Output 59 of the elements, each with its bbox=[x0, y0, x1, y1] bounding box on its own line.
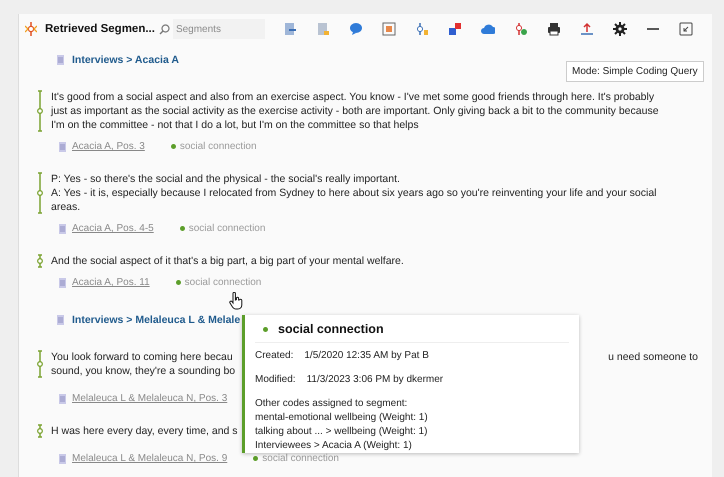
other-code-entry: talking about ... > wellbeing (Weight: 1) bbox=[255, 425, 428, 439]
source-link[interactable]: Acacia A, Pos. 4-5 bbox=[59, 223, 154, 234]
mode-tooltip: Mode: Simple Coding Query bbox=[566, 61, 704, 82]
code-label[interactable]: social connection bbox=[253, 453, 339, 464]
settings-icon[interactable] bbox=[612, 22, 627, 36]
code-label[interactable]: social connection bbox=[176, 277, 262, 288]
search-icon bbox=[158, 24, 170, 34]
document-icon bbox=[59, 394, 66, 404]
colored-squares-icon[interactable] bbox=[448, 22, 462, 36]
segment-text: areas. bbox=[51, 200, 80, 214]
print-icon[interactable] bbox=[546, 22, 561, 36]
other-code-entry: mental-emotional wellbeing (Weight: 1) bbox=[255, 411, 429, 425]
document-icon bbox=[57, 55, 64, 65]
code-label[interactable]: social connection bbox=[170, 141, 257, 152]
search-field[interactable]: Segments bbox=[172, 19, 265, 39]
document-icon bbox=[57, 315, 64, 325]
segment-text: And the social aspect of it that's a big part, a big part of your mental welfare. bbox=[51, 254, 404, 268]
segment-text: H was here every day, every time, and s bbox=[51, 424, 238, 438]
segment-bracket-icon bbox=[37, 424, 45, 438]
export-icon[interactable] bbox=[580, 22, 594, 36]
code-add-icon[interactable] bbox=[514, 22, 528, 36]
segment-bracket-icon bbox=[37, 172, 45, 214]
segment-text: It's good from a social aspect and also from an exercise aspect. You know - I've met some good friends through here. It's probably bbox=[51, 90, 654, 104]
document-heading[interactable]: Interviews > Acacia A bbox=[72, 54, 179, 66]
source-link[interactable]: Melaleuca L & Melaleuca N, Pos. 9 bbox=[59, 453, 228, 464]
source-link[interactable]: Acacia A, Pos. 11 bbox=[59, 277, 150, 288]
source-link[interactable]: Acacia A, Pos. 3 bbox=[59, 141, 145, 152]
segment-text: A: Yes - it is, especially because I relocated from Sydney to here about six years ago so you're reinventing your life and your social bbox=[51, 186, 656, 200]
document-heading[interactable]: Interviews > Melaleuca L & Melale bbox=[72, 314, 240, 326]
field-value: 1/5/2020 12:35 AM by Pat B bbox=[304, 349, 429, 363]
restore-icon[interactable] bbox=[678, 22, 693, 36]
segment-bracket-icon bbox=[37, 90, 45, 132]
segment-text: P: Yes - so there's the social and the physical - the social's really important. bbox=[51, 172, 400, 186]
segment-bracket-icon bbox=[37, 350, 45, 378]
framed-document-icon[interactable] bbox=[382, 22, 396, 36]
segment-bracket-icon bbox=[37, 254, 45, 268]
segment-text: u need someone to bbox=[608, 350, 698, 364]
segment-text: You look forward to coming here becau bbox=[51, 350, 233, 364]
other-code-entry: Interviewees > Acacia A (Weight: 1) bbox=[255, 439, 413, 453]
panel-title: Retrieved Segmen... bbox=[45, 23, 155, 35]
code-label[interactable]: social connection bbox=[180, 223, 266, 234]
document-icon bbox=[59, 454, 66, 464]
field-label: Created: bbox=[255, 349, 294, 363]
speech-bubble-icon[interactable] bbox=[348, 22, 363, 36]
other-codes-title: Other codes assigned to segment: bbox=[255, 397, 408, 411]
source-link[interactable]: Melaleuca L & Melaleuca N, Pos. 3 bbox=[59, 393, 228, 404]
field-value: 11/3/2023 3:06 PM by dkermer bbox=[306, 373, 444, 387]
document-icon bbox=[59, 278, 66, 288]
hand-cursor-icon bbox=[229, 292, 243, 310]
document-icon bbox=[59, 224, 66, 234]
code-marker-icon[interactable] bbox=[414, 22, 429, 36]
segment-text: I'm on the committee - not that I do a lot, but I'm on the committee so that helps bbox=[51, 118, 419, 132]
document-icon bbox=[59, 142, 66, 152]
popup-title: social connection bbox=[278, 322, 384, 336]
segment-text: sound, you know, they're a sounding bo bbox=[51, 364, 236, 378]
app-logo-icon bbox=[25, 22, 37, 36]
segment-text: just as important as the social activity as the exercise activity - both are important. Only giving back a bit to the community because bbox=[51, 104, 659, 118]
cloud-icon[interactable] bbox=[480, 22, 495, 36]
field-label: Modified: bbox=[255, 373, 296, 387]
